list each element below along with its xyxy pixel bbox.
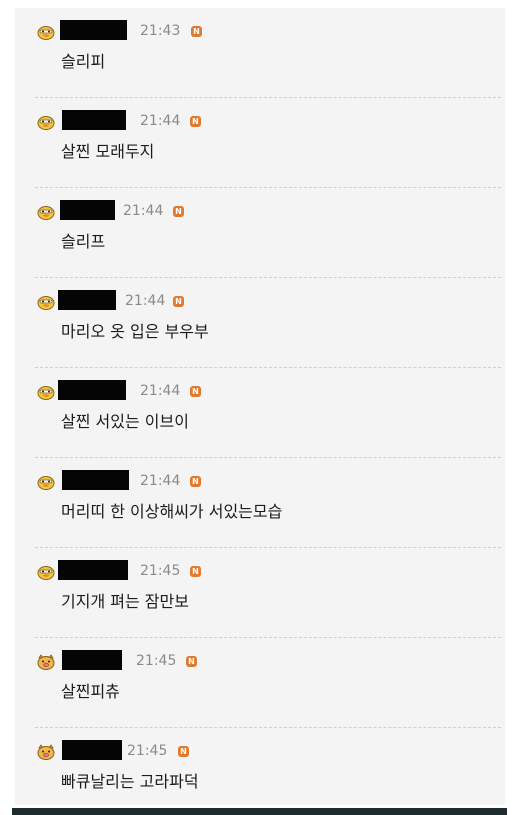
comment-time: 21:44 xyxy=(140,113,181,129)
comment-item: 21:45 N 기지개 펴는 잠만보 xyxy=(15,548,505,638)
new-badge-icon: N xyxy=(178,746,189,757)
comment-item: 21:44 N 머리띠 한 이상해씨가 서있는모습 xyxy=(15,458,505,548)
redacted-username[interactable] xyxy=(58,560,128,580)
comment-time: 21:44 xyxy=(123,203,164,219)
comment-time: 21:45 xyxy=(127,743,168,759)
new-badge-icon: N xyxy=(173,206,184,217)
redacted-username[interactable] xyxy=(58,380,126,400)
comment-time: 21:44 xyxy=(140,473,181,489)
comment-text: 머리띠 한 이상해씨가 서있는모습 xyxy=(61,502,283,521)
pig-face-icon[interactable] xyxy=(37,654,55,670)
redacted-username[interactable] xyxy=(62,470,129,490)
redacted-username[interactable] xyxy=(62,740,122,760)
duck-face-icon[interactable] xyxy=(37,474,55,490)
comment-item: 21:44 N 살찐 서있는 이브이 xyxy=(15,368,505,458)
comment-text: 살찐 모래두지 xyxy=(61,142,155,161)
comment-text: 슬리피 xyxy=(61,52,106,71)
comment-item: 21:45 N 빠큐날리는 고라파덕 xyxy=(15,728,505,815)
duck-face-icon[interactable] xyxy=(37,564,55,580)
comment-text: 기지개 펴는 잠만보 xyxy=(61,592,189,611)
comment-text: 마리오 옷 입은 부우부 xyxy=(61,322,209,341)
comment-text: 빠큐날리는 고라파덕 xyxy=(61,772,199,791)
new-badge-icon: N xyxy=(190,386,201,397)
duck-face-icon[interactable] xyxy=(37,384,55,400)
new-badge-icon: N xyxy=(190,116,201,127)
comment-time: 21:45 xyxy=(136,653,177,669)
comment-item: 21:44 N 마리오 옷 입은 부우부 xyxy=(15,278,505,368)
comment-item: 21:43 N 슬리피 xyxy=(15,8,505,98)
redacted-username[interactable] xyxy=(62,110,126,130)
duck-face-icon[interactable] xyxy=(37,24,55,40)
comment-item: 21:45 N 살찐피츄 xyxy=(15,638,505,728)
new-badge-icon: N xyxy=(190,476,201,487)
bottom-bar xyxy=(12,808,507,815)
comment-time: 21:45 xyxy=(140,563,181,579)
comment-item: 21:44 N 살찐 모래두지 xyxy=(15,98,505,188)
comment-list: 21:43 N 슬리피 21:44 N 살찐 모래두지 21:44 N 슬리프 21:44 N 마리오… xyxy=(15,8,505,805)
new-badge-icon: N xyxy=(186,656,197,667)
duck-face-icon[interactable] xyxy=(37,204,55,220)
duck-face-icon[interactable] xyxy=(37,114,55,130)
comment-time: 21:43 xyxy=(140,23,181,39)
comment-text: 슬리프 xyxy=(61,232,106,251)
comment-text: 살찐 서있는 이브이 xyxy=(61,412,189,431)
comment-text: 살찐피츄 xyxy=(61,682,120,701)
pig-face-icon[interactable] xyxy=(37,744,55,760)
comment-time: 21:44 xyxy=(125,293,166,309)
redacted-username[interactable] xyxy=(62,650,122,670)
comment-item: 21:44 N 슬리프 xyxy=(15,188,505,278)
new-badge-icon: N xyxy=(173,296,184,307)
new-badge-icon: N xyxy=(190,566,201,577)
redacted-username[interactable] xyxy=(58,290,116,310)
redacted-username[interactable] xyxy=(60,20,127,40)
new-badge-icon: N xyxy=(191,26,202,37)
duck-face-icon[interactable] xyxy=(37,294,55,310)
redacted-username[interactable] xyxy=(60,200,115,220)
comment-time: 21:44 xyxy=(140,383,181,399)
screenshot-frame: 21:43 N 슬리피 21:44 N 살찐 모래두지 21:44 N 슬리프 21:44 N 마리오… xyxy=(0,0,519,815)
